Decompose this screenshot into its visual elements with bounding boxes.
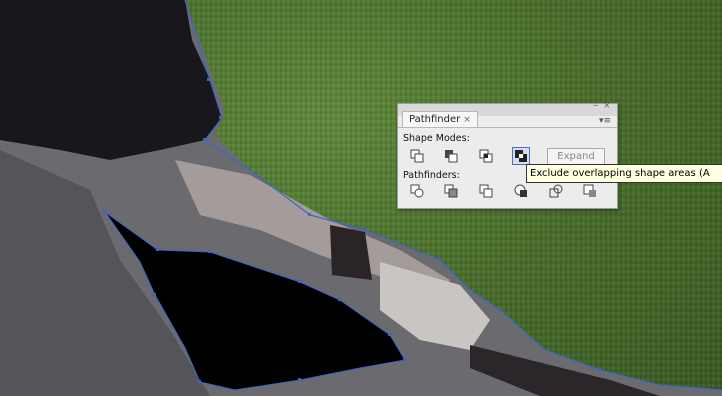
unite-button[interactable] — [409, 148, 425, 164]
pathfinders-label: Pathfinders: — [403, 170, 460, 181]
minus-back-icon — [583, 184, 596, 197]
crop-button[interactable] — [513, 183, 529, 199]
merge-icon — [479, 184, 493, 198]
pathfinder-panel[interactable]: – × Pathfinder × ▾≡ Shape Modes: Expand … — [397, 100, 618, 209]
merge-button[interactable] — [478, 183, 494, 199]
divide-icon — [410, 184, 424, 198]
close-icon[interactable]: × — [463, 112, 471, 128]
minus-front-icon — [445, 150, 458, 163]
tooltip: Exclude overlapping shape areas (A — [526, 164, 722, 183]
tab-divider — [398, 127, 617, 128]
unite-icon — [410, 149, 424, 163]
outline-icon — [549, 184, 563, 198]
panel-menu-icon[interactable]: ▾≡ — [599, 116, 611, 126]
trim-button[interactable] — [443, 183, 459, 199]
tab-label: Pathfinder — [409, 114, 461, 125]
divide-button[interactable] — [409, 183, 425, 199]
minus-back-button[interactable] — [582, 183, 598, 199]
minus-front-button[interactable] — [443, 148, 459, 164]
tab-pathfinder[interactable]: Pathfinder × — [402, 111, 478, 128]
intersect-icon — [479, 149, 493, 163]
outline-button[interactable] — [548, 183, 564, 199]
minimize-button[interactable]: – — [593, 100, 598, 111]
helmet — [0, 0, 222, 160]
trim-icon — [444, 184, 458, 198]
intersect-button[interactable] — [478, 148, 494, 164]
exclude-button[interactable] — [512, 147, 530, 165]
document-canvas[interactable]: – × Pathfinder × ▾≡ Shape Modes: Expand … — [0, 0, 722, 396]
exclude-icon — [515, 150, 527, 162]
close-panel-button[interactable]: × — [603, 101, 611, 111]
crop-icon — [514, 184, 527, 197]
shape-modes-label: Shape Modes: — [403, 133, 470, 144]
